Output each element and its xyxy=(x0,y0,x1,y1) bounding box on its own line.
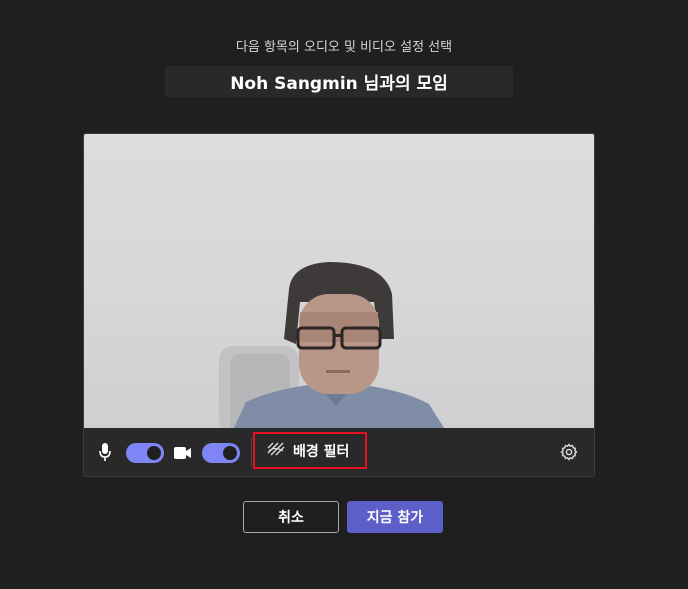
cancel-button[interactable]: 취소 xyxy=(243,501,339,533)
meeting-title: Noh Sangmin 님과의 모임 xyxy=(165,66,513,97)
device-controls-bar: 배경 필터 xyxy=(84,428,594,476)
microphone-toggle[interactable] xyxy=(126,443,164,463)
person-face xyxy=(299,294,379,394)
join-now-button-label: 지금 참가 xyxy=(366,510,424,526)
video-camera-icon xyxy=(174,445,192,464)
settings-subtitle: 다음 항목의 오디오 및 비디오 설정 선택 xyxy=(235,40,453,55)
video-preview-panel: 배경 필터 xyxy=(83,133,595,477)
meeting-title-text: Noh Sangmin 님과의 모임 xyxy=(230,74,448,94)
camera-preview-image xyxy=(219,262,444,428)
controls-divider xyxy=(251,438,252,466)
camera-toggle[interactable] xyxy=(202,443,240,463)
cancel-button-label: 취소 xyxy=(278,510,304,526)
background-effects-icon xyxy=(267,442,285,460)
background-filter-button[interactable]: 배경 필터 xyxy=(253,432,367,469)
background-filter-label: 배경 필터 xyxy=(293,443,350,460)
gear-icon[interactable] xyxy=(560,443,578,465)
camera-preview xyxy=(84,134,594,428)
microphone-icon xyxy=(98,442,112,466)
join-now-button[interactable]: 지금 참가 xyxy=(347,501,443,533)
